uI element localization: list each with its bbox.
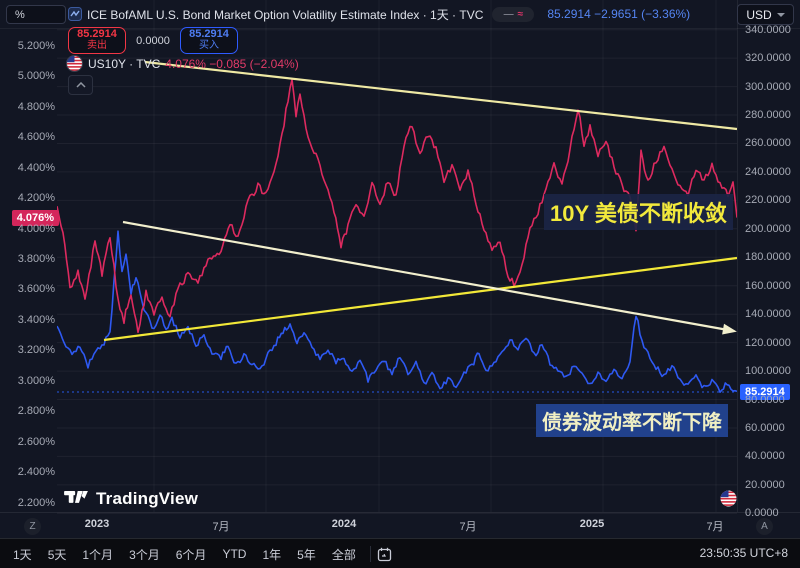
tradingview-watermark[interactable]: TradingView: [64, 489, 198, 509]
right-axis-tick: 120.0000: [745, 337, 791, 349]
right-axis-tick: 100.0000: [745, 365, 791, 377]
time-axis-tick: 7月: [706, 518, 723, 534]
left-axis-tick: 3.600%: [18, 283, 55, 295]
time-axis-tick: 2024: [332, 518, 356, 530]
sell-label: 卖出: [87, 41, 107, 52]
instrument-logo-icon: [68, 7, 82, 21]
watermark-text: TradingView: [96, 489, 198, 509]
left-axis-tick: 4.800%: [18, 101, 55, 113]
time-axis-tick: 2023: [85, 518, 109, 530]
time-axis-border: [0, 512, 800, 513]
annotation-10y-converging[interactable]: 10Y 美债不断收敛: [544, 194, 733, 230]
right-axis-tick: 40.0000: [745, 450, 785, 462]
right-axis-tick: 200.0000: [745, 223, 791, 235]
currency-label: USD: [746, 8, 771, 22]
clock[interactable]: 23:50:35 UTC+8: [700, 546, 788, 560]
left-axis-tick: 2.200%: [18, 497, 55, 509]
price-chart-canvas[interactable]: [0, 0, 800, 568]
left-axis-tick: 4.600%: [18, 131, 55, 143]
chevron-down-icon: [777, 13, 785, 17]
time-axis-tick: 7月: [459, 518, 476, 534]
left-axis-tick: 2.400%: [18, 466, 55, 478]
annotation-volatility-declining[interactable]: 债券波动率不断下降: [536, 404, 728, 437]
left-axis-tick: 3.200%: [18, 344, 55, 356]
bottom-toolbar: 1天 5天 1个月 3个月 6个月 YTD 1年 5年 全部: [0, 538, 800, 568]
right-axis-tick: 320.0000: [745, 52, 791, 64]
buy-label: 买入: [199, 41, 219, 52]
series-move: [57, 231, 737, 392]
range-1m[interactable]: 1个月: [74, 546, 121, 563]
trade-panel: 85.2914 卖出 0.0000 85.2914 买入: [68, 27, 238, 54]
right-axis-tick: 300.0000: [745, 81, 791, 93]
right-axis-tick: 60.0000: [745, 422, 785, 434]
left-axis-tick: 3.800%: [18, 253, 55, 265]
right-axis-tick: 20.0000: [745, 479, 785, 491]
left-axis-tick: 2.800%: [18, 405, 55, 417]
range-1y[interactable]: 1年: [254, 546, 289, 563]
right-axis-tick: 240.0000: [745, 166, 791, 178]
main-series-quote: 85.2914 −2.9651 (−3.36%): [547, 7, 690, 21]
left-axis-tick: 4.200%: [18, 192, 55, 204]
range-5y[interactable]: 5年: [289, 546, 324, 563]
right-axis-border: [737, 0, 738, 512]
left-axis-tick: 4.000%: [18, 223, 55, 235]
spread-value: 0.0000: [126, 35, 180, 47]
currency-dropdown[interactable]: USD: [737, 4, 794, 25]
legend-collapse-button[interactable]: [68, 75, 93, 95]
left-axis-tick: 5.000%: [18, 70, 55, 82]
us-flag-icon: [66, 55, 83, 72]
range-3m[interactable]: 3个月: [121, 546, 168, 563]
right-axis-tick: 160.0000: [745, 280, 791, 292]
chevron-up-icon: [76, 82, 86, 88]
chart-title[interactable]: ICE BofAML U.S. Bond Market Option Volat…: [87, 6, 483, 23]
range-1d[interactable]: 1天: [5, 546, 40, 563]
wave-line-icon[interactable]: ≈: [518, 9, 524, 20]
time-axis-tick: 7月: [212, 518, 229, 534]
time-axis-tick: 2025: [580, 518, 604, 530]
scale-unit-label: %: [15, 9, 25, 21]
right-axis-tick: 260.0000: [745, 137, 791, 149]
overlay-symbol[interactable]: US10Y · TVC: [88, 57, 160, 71]
range-5d[interactable]: 5天: [40, 546, 75, 563]
right-axis-tick: 340.0000: [745, 24, 791, 36]
a-label: A: [761, 521, 768, 532]
overlay-series-legend[interactable]: US10Y · TVC 4.076% −0.085 (−2.04%): [66, 55, 299, 72]
right-axis-tick: 80.0000: [745, 394, 785, 406]
go-to-date-icon[interactable]: [377, 547, 392, 562]
sell-button[interactable]: 85.2914 卖出: [68, 27, 126, 54]
left-scale-z-button[interactable]: Z: [24, 518, 41, 535]
right-axis-tick: 220.0000: [745, 194, 791, 206]
z-label: Z: [29, 521, 35, 532]
flat-line-icon[interactable]: —: [504, 9, 514, 20]
us-flag-mini-icon: [720, 490, 737, 507]
right-scale-auto-button[interactable]: A: [756, 518, 773, 535]
main-series-legend[interactable]: ICE BofAML U.S. Bond Market Option Volat…: [68, 6, 690, 22]
scale-unit-button[interactable]: %: [6, 5, 66, 24]
left-axis-tick: 4.400%: [18, 162, 55, 174]
tradingview-chart-window: % ICE BofAML U.S. Bond Market Option Vol…: [0, 0, 800, 568]
left-axis-tick: 3.400%: [18, 314, 55, 326]
left-axis-tick: 2.600%: [18, 436, 55, 448]
range-ytd[interactable]: YTD: [214, 547, 254, 561]
right-axis-tick: 180.0000: [745, 251, 791, 263]
left-axis-tick: 3.000%: [18, 375, 55, 387]
left-axis-tick: 5.200%: [18, 40, 55, 52]
overlay-quote: 4.076% −0.085 (−2.04%): [165, 57, 298, 71]
legend-style-pill[interactable]: — ≈: [492, 7, 534, 22]
right-axis-tick: 280.0000: [745, 109, 791, 121]
right-axis-tick: 140.0000: [745, 308, 791, 320]
tradingview-logo-icon: [64, 491, 88, 508]
buy-button[interactable]: 85.2914 买入: [180, 27, 238, 54]
range-6m[interactable]: 6个月: [168, 546, 215, 563]
range-all[interactable]: 全部: [324, 546, 364, 563]
toolbar-divider: [370, 546, 371, 562]
